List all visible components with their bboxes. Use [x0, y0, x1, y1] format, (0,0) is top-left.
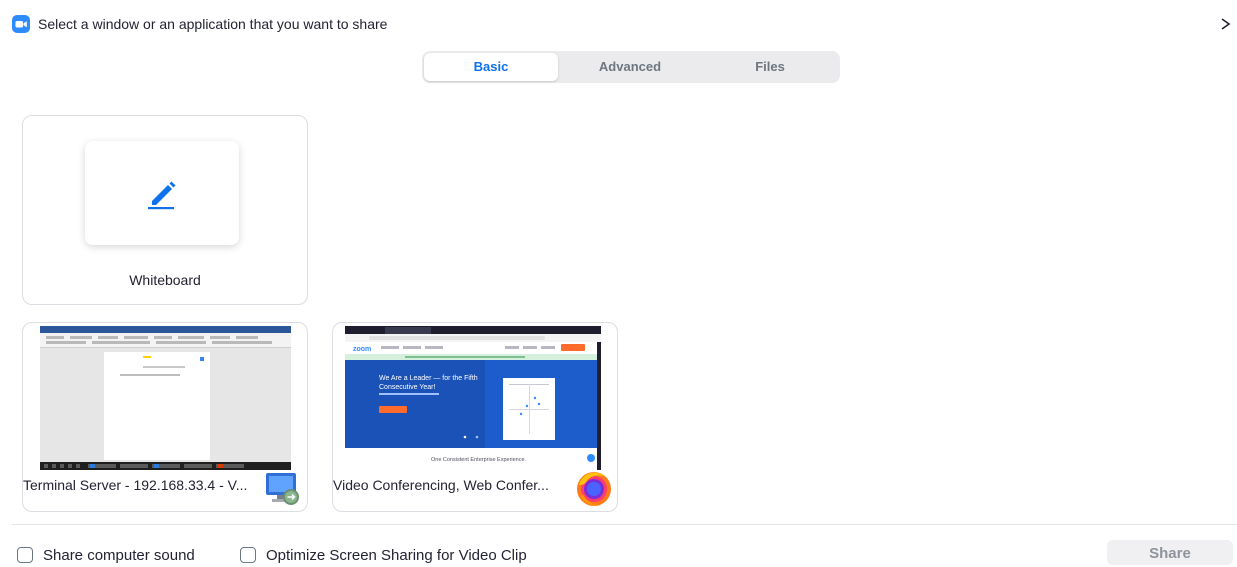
- terminal-server-card[interactable]: Terminal Server - 192.168.33.4 - V...: [22, 322, 308, 512]
- firefox-window-card[interactable]: zoom We Are a Leader — for the Fifth Con…: [332, 322, 618, 512]
- preview-footer-text: One Consistent Enterprise Experience.: [431, 457, 527, 463]
- share-computer-sound-label: Share computer sound: [43, 547, 195, 564]
- pen-icon: [148, 181, 176, 210]
- whiteboard-tile: [85, 141, 239, 245]
- preview-headline-line1: We Are a Leader — for the Fifth: [379, 375, 478, 382]
- close-icon[interactable]: [1218, 14, 1234, 34]
- firefox-window-label: Video Conferencing, Web Confer...: [333, 477, 549, 493]
- zoom-camera-icon: [12, 15, 30, 33]
- terminal-server-preview: [40, 326, 291, 470]
- whiteboard-label: Whiteboard: [129, 272, 201, 288]
- tab-advanced[interactable]: Advanced: [560, 53, 700, 81]
- remote-desktop-icon: [263, 467, 305, 509]
- terminal-server-label: Terminal Server - 192.168.33.4 - V...: [23, 477, 248, 493]
- window-title: Select a window or an application that y…: [38, 16, 388, 32]
- share-tab-bar: Basic Advanced Files: [422, 51, 840, 83]
- share-computer-sound-checkbox[interactable]: [17, 547, 33, 563]
- title-bar: Select a window or an application that y…: [0, 0, 1237, 48]
- firefox-window-preview: zoom We Are a Leader — for the Fifth Con…: [345, 326, 601, 470]
- optimize-video-clip-label: Optimize Screen Sharing for Video Clip: [266, 547, 527, 564]
- svg-text:zoom: zoom: [353, 346, 371, 353]
- footer-divider: [12, 524, 1237, 525]
- tab-basic[interactable]: Basic: [424, 53, 558, 81]
- firefox-icon: [573, 467, 615, 509]
- tab-files[interactable]: Files: [702, 53, 838, 81]
- share-button[interactable]: Share: [1107, 540, 1233, 565]
- optimize-video-clip-checkbox[interactable]: [240, 547, 256, 563]
- preview-headline-line2: Consecutive Year!: [379, 384, 435, 391]
- whiteboard-card[interactable]: Whiteboard: [22, 115, 308, 305]
